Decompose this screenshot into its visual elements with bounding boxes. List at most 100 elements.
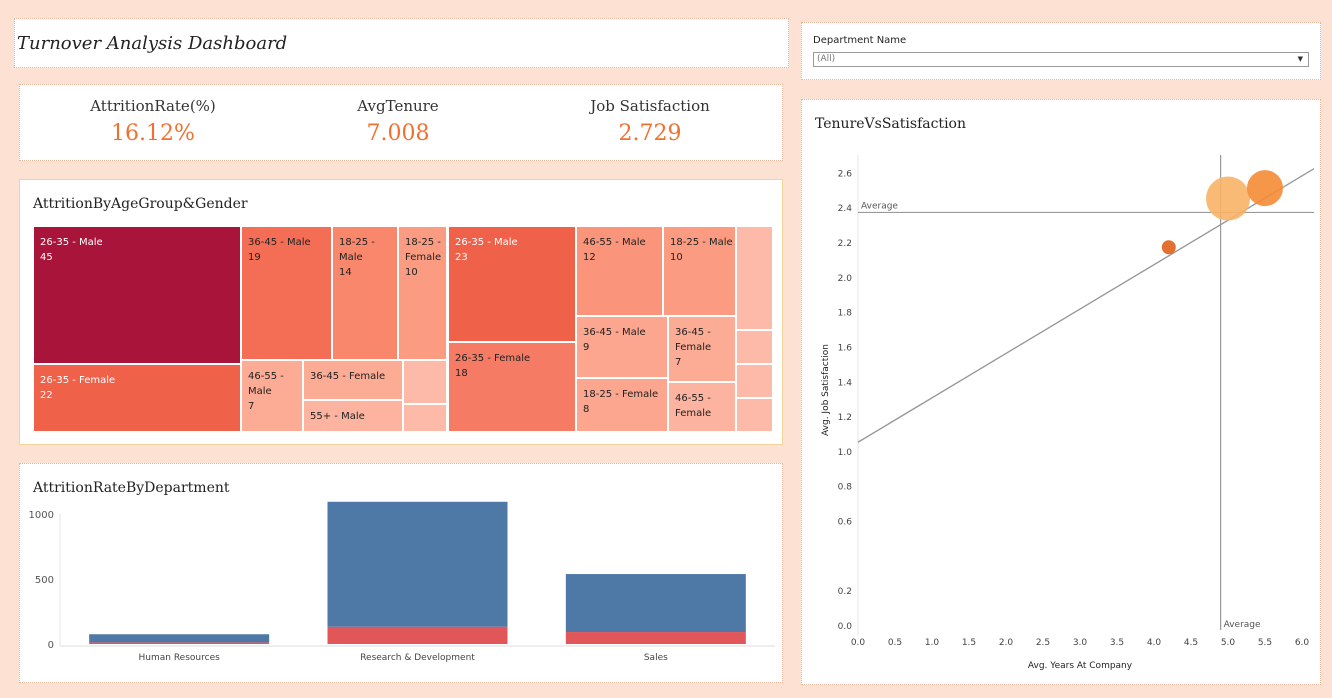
x-tick-label: Sales (644, 653, 668, 663)
treemap-cell-label: 46-55 - Male (248, 371, 284, 397)
treemap-cell[interactable] (736, 398, 773, 432)
y-tick-label: 2.2 (838, 239, 852, 249)
y-tick-label: 1.0 (838, 448, 853, 458)
y-tick-label: 0.2 (838, 587, 852, 597)
treemap-cell[interactable]: 55+ - Male (303, 400, 403, 432)
y-tick-label: 1000 (29, 510, 54, 521)
treemap-cell-value: 45 (40, 252, 53, 263)
y-tick-label: 1.4 (838, 378, 853, 388)
treemap-cell-label: 36-45 - Female (675, 327, 712, 353)
treemap-cell-label: 46-55 - Male (583, 237, 646, 248)
treemap-cell[interactable]: 36-45 - Male 19 (241, 226, 332, 360)
y-tick-label: 2.4 (838, 204, 853, 214)
treemap-cell-label: 36-45 - Male (583, 327, 646, 338)
treemap-cell[interactable]: 36-45 - Female (303, 360, 403, 400)
x-tick-label: 3.5 (1110, 638, 1124, 648)
kpi-card: AttritionRate(%) 16.12% AvgTenure 7.008 … (19, 84, 783, 161)
filter-card: Department Name (All) ▼ (801, 22, 1321, 80)
treemap-cell[interactable]: 18-25 - Male 10 (663, 226, 736, 316)
treemap-cell[interactable]: 46-55 - Male 7 (241, 360, 303, 432)
treemap-cell-value: 10 (405, 267, 418, 278)
treemap-cell-value: 19 (248, 252, 261, 263)
treemap-cell[interactable] (736, 330, 773, 364)
y-axis-title: Avg. Job Satisfaction (821, 344, 831, 436)
treemap-cell-label: 36-45 - Male (248, 237, 311, 248)
y-tick-label: 1.8 (838, 309, 853, 319)
filter-label: Department Name (813, 35, 907, 46)
treemap-cell-label: 18-25 - Female (583, 389, 659, 400)
treemap-cell[interactable]: 18-25 - Female 8 (576, 378, 668, 432)
bar-segment (327, 626, 508, 644)
kpi-satisfaction: Job Satisfaction 2.729 (550, 97, 750, 146)
bar-chart: 1000 500 0 Human Resources Research & Develo… (29, 501, 775, 663)
bar-chart-card: AttritionRateByDepartment 1000 500 0 Human … (19, 463, 783, 683)
treemap-cell[interactable]: 26-35 - Male 23 (448, 226, 576, 342)
treemap-cell[interactable]: 18-25 - Female 10 (398, 226, 447, 360)
kpi-attrition: AttritionRate(%) 16.12% (53, 97, 253, 146)
treemap-cell-value: 22 (40, 390, 53, 401)
x-tick-label: 4.5 (1184, 638, 1198, 648)
treemap-cell[interactable] (403, 360, 447, 404)
y-tick-label: 1.6 (838, 343, 853, 353)
bar-segment (89, 642, 270, 644)
treemap-cell[interactable] (736, 226, 773, 330)
treemap-cell-label: 55+ - Male (310, 411, 365, 422)
treemap-cell-label: 26-35 - Female (455, 353, 531, 364)
y-tick-label: 1.2 (838, 413, 852, 423)
department-select-value: (All) (817, 54, 836, 64)
kpi-satisfaction-value: 2.729 (618, 121, 682, 146)
y-tick-label: 0 (48, 640, 54, 651)
x-tick-label: 1.0 (925, 638, 940, 648)
x-tick-label: 2.5 (1036, 638, 1050, 648)
kpi-tenure-label: AvgTenure (357, 97, 439, 115)
x-tick-label: 2.0 (999, 638, 1014, 648)
treemap-cell[interactable]: 18-25 - Male 14 (332, 226, 398, 360)
x-tick-label: 3.0 (1073, 638, 1088, 648)
treemap-cell[interactable]: 26-35 - Female 22 (33, 364, 241, 432)
scatter-point (1206, 176, 1250, 221)
scatter-card: TenureVsSatisfaction 0.0 0.2 0.6 0.8 1.0 1.2 1… (801, 99, 1321, 685)
kpi-satisfaction-label: Job Satisfaction (590, 97, 710, 115)
treemap-cell-label: 18-25 - Male (670, 237, 733, 248)
treemap-cell-value: 7 (248, 401, 255, 412)
department-select[interactable]: (All) ▼ (813, 52, 1309, 67)
x-tick-label: Research & Development (360, 653, 475, 663)
x-tick-label: 0.0 (851, 638, 866, 648)
scatter-point (1161, 240, 1176, 255)
header-card: Turnover Analysis Dashboard (14, 18, 789, 68)
x-tick-label: 5.5 (1258, 638, 1272, 648)
treemap-cell[interactable]: 26-35 - Female 18 (448, 342, 576, 432)
y-tick-label: 0.8 (838, 483, 853, 493)
scatter-point (1247, 170, 1283, 207)
scatter-chart: 0.0 0.2 0.6 0.8 1.0 1.2 1.4 1.6 1.8 2.0 2.2 2.4 2.6 0… (821, 155, 1315, 671)
treemap-cell-value: 12 (583, 252, 596, 263)
treemap-cell-label: 18-25 - Male (339, 237, 375, 263)
treemap-cell[interactable]: 26-35 - Male 45 (33, 226, 241, 364)
bar-segment (327, 501, 508, 627)
treemap-cell-label: 18-25 - Female (405, 237, 442, 263)
y-tick-label: 500 (35, 575, 54, 586)
chevron-down-icon[interactable]: ▼ (1298, 53, 1303, 66)
treemap-cell-label: 26-35 - Male (40, 237, 103, 248)
treemap-cell[interactable] (403, 404, 447, 432)
kpi-attrition-value: 16.12% (111, 121, 195, 146)
treemap-cell-value: 8 (583, 404, 590, 415)
treemap-cell[interactable]: 36-45 - Male 9 (576, 316, 668, 378)
treemap-cell-label: 46-55 - Female (675, 393, 712, 419)
x-tick-label: 6.0 (1295, 638, 1310, 648)
treemap-cell[interactable] (736, 364, 773, 398)
x-axis-title: Avg. Years At Company (1028, 661, 1133, 671)
dashboard-title: Turnover Analysis Dashboard (17, 33, 288, 54)
treemap-cell-value: 7 (675, 357, 682, 368)
treemap-title: AttritionByAgeGroup&Gender (33, 196, 248, 212)
x-tick-label: 1.5 (962, 638, 976, 648)
treemap-card: AttritionByAgeGroup&Gender 26-35 - Male 4… (19, 179, 783, 445)
treemap-cell-label: 26-35 - Female (40, 375, 116, 386)
treemap-cell[interactable]: 46-55 - Female (668, 382, 736, 432)
treemap-cell[interactable]: 36-45 - Female 7 (668, 316, 736, 382)
y-tick-label: 2.0 (838, 274, 853, 284)
treemap-cell-value: 18 (455, 368, 468, 379)
treemap-cell[interactable]: 46-55 - Male 12 (576, 226, 663, 316)
bar-segment (565, 574, 746, 633)
y-tick-label: 0.0 (838, 622, 853, 632)
